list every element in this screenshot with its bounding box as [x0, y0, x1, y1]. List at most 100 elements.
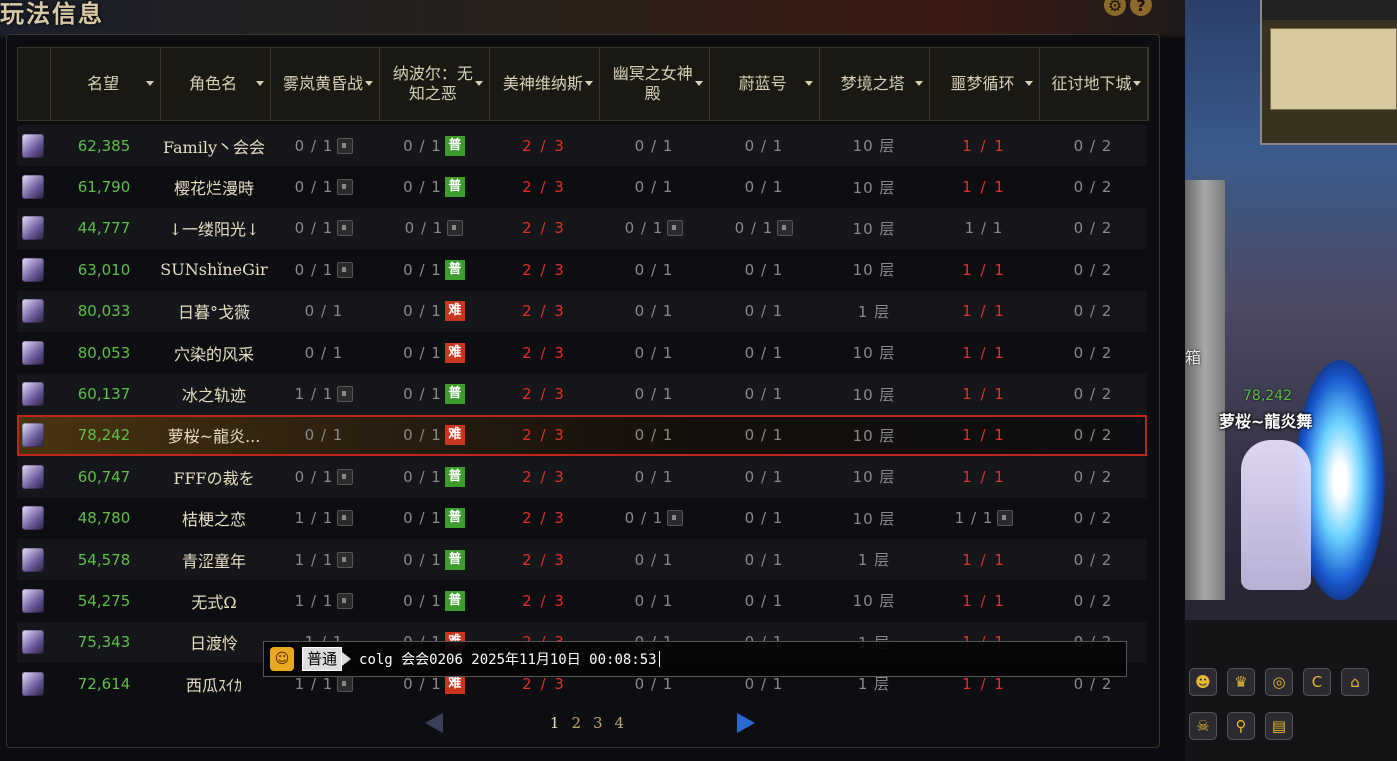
- next-page-icon[interactable]: [737, 713, 755, 733]
- nightmare-loop: 1 / 1: [962, 467, 1006, 486]
- avatar-cell: [17, 588, 49, 613]
- sort-arrow-icon[interactable]: [255, 81, 264, 86]
- nether-temple: 0 / 1: [634, 674, 674, 693]
- header-col-8[interactable]: 噩梦循环: [930, 48, 1040, 120]
- header-col-5[interactable]: 幽冥之女神殿: [600, 48, 711, 120]
- header-col-0[interactable]: 名望: [51, 48, 161, 120]
- house-icon[interactable]: ⌂: [1341, 668, 1369, 696]
- napol: 0 / 1: [403, 178, 442, 197]
- minimap-map: [1270, 28, 1397, 110]
- chat-channel[interactable]: 普通: [302, 647, 343, 671]
- crusade-dungeon-cell: 0 / 2: [1039, 509, 1147, 527]
- venus-cell: 2 / 3: [489, 178, 599, 196]
- channel-arrow-icon[interactable]: [342, 652, 352, 666]
- coin-icon[interactable]: ◎: [1265, 668, 1293, 696]
- book-icon[interactable]: ▤: [1265, 712, 1293, 740]
- table-row[interactable]: 80,033 日暮°戈薇 0 / 10 / 1难2 / 30 / 10 / 11 层…: [17, 290, 1147, 332]
- napol: 0 / 1: [403, 591, 442, 610]
- header-col-4[interactable]: 美神维纳斯: [490, 48, 601, 120]
- avatar-cell: [17, 382, 49, 407]
- chat-emote-icon[interactable]: ☺: [270, 647, 294, 671]
- fame-cell: 78,242: [49, 426, 159, 444]
- fame: 80,033: [77, 302, 131, 321]
- fame-cell: 80,053: [49, 344, 159, 362]
- character-name: SUNshǐneGir: [160, 260, 268, 280]
- page-1[interactable]: 1: [550, 714, 560, 732]
- player-character[interactable]: [1241, 440, 1311, 590]
- table-row[interactable]: 61,790 樱花烂漫時 0 / 10 / 1普2 / 30 / 10 / 1 10 …: [17, 166, 1147, 207]
- nightmare-loop: 1 / 1: [962, 550, 1006, 569]
- venus-cell: 2 / 3: [489, 509, 599, 527]
- minimap[interactable]: [1260, 0, 1397, 145]
- header-col-6[interactable]: 蔚蓝号: [710, 48, 821, 120]
- mist-dusk: 0 / 1: [304, 343, 344, 362]
- table-row[interactable]: 54,578 青涩童年 1 / 10 / 1普2 / 30 / 10 / 11 层1…: [17, 538, 1147, 581]
- table-row[interactable]: 48,780 桔梗之恋 1 / 10 / 1普2 / 30 / 10 / 1 10 层…: [17, 498, 1147, 539]
- venus: 2 / 3: [522, 385, 566, 404]
- lock-icon: [667, 510, 684, 527]
- azure-ship: 0 / 1: [744, 591, 784, 610]
- sort-arrow-icon[interactable]: [915, 81, 924, 86]
- venus-cell: 2 / 3: [489, 137, 599, 155]
- crusade-dungeon: 0 / 2: [1073, 302, 1113, 321]
- sort-arrow-icon[interactable]: [585, 81, 594, 86]
- table-row[interactable]: 60,747 FFFの裁を 0 / 10 / 1普2 / 30 / 10 / 1 10…: [17, 456, 1147, 498]
- crusade-dungeon: 0 / 2: [1073, 550, 1113, 569]
- help-icon[interactable]: ?: [1130, 0, 1152, 16]
- character-name-cell: ↓一缕阳光↓: [159, 216, 269, 240]
- table-row[interactable]: 60,137 冰之轨迹 1 / 10 / 1普2 / 30 / 10 / 1 10 层…: [17, 373, 1147, 415]
- nightmare-loop: 1 / 1: [962, 385, 1006, 404]
- sort-arrow-icon[interactable]: [695, 81, 704, 86]
- location-icon[interactable]: ⚲: [1227, 712, 1255, 740]
- chat-text[interactable]: colg 会会0206 2025年11月10日 00:08:53: [359, 649, 657, 669]
- gear-icon[interactable]: ⚙: [1104, 0, 1126, 16]
- nightmare-loop-cell: 1 / 1: [929, 468, 1039, 486]
- fame: 72,614: [77, 674, 131, 693]
- header-col-9[interactable]: 征讨地下城: [1040, 48, 1148, 120]
- lock-icon: [997, 510, 1014, 527]
- fame: 61,790: [77, 178, 131, 197]
- page-3[interactable]: 3: [593, 714, 603, 732]
- venus-cell: 2 / 3: [489, 551, 599, 569]
- sort-arrow-icon[interactable]: [475, 81, 484, 86]
- prev-page-icon[interactable]: [425, 713, 443, 733]
- character-name-cell: 樱花烂漫時: [159, 175, 269, 199]
- crusade-dungeon-cell: 0 / 2: [1039, 468, 1147, 486]
- page-4[interactable]: 4: [615, 714, 625, 732]
- header-col-7[interactable]: 梦境之塔: [820, 48, 931, 120]
- mist-dusk: 1 / 1: [294, 674, 334, 693]
- avatar-icon[interactable]: ☻: [1189, 668, 1217, 696]
- difficulty-badge: 普: [444, 466, 465, 487]
- header-col-2[interactable]: 雾岚黄昏战: [271, 48, 381, 120]
- sort-arrow-icon[interactable]: [145, 81, 154, 86]
- table-row[interactable]: 63,010 SUNshǐneGir 0 / 10 / 1普2 / 30 / 10 …: [17, 249, 1147, 290]
- sort-arrow-icon[interactable]: [1132, 81, 1141, 86]
- crusade-dungeon: 0 / 2: [1073, 343, 1113, 362]
- table-row[interactable]: 78,242 萝桜~龍炎... 0 / 10 / 1难2 / 30 / 10 / 1…: [17, 414, 1147, 457]
- azure-ship: 0 / 1: [744, 302, 784, 321]
- crown-icon[interactable]: ♛: [1227, 668, 1255, 696]
- header-col-1[interactable]: 角色名: [161, 48, 271, 120]
- sort-arrow-icon[interactable]: [365, 81, 374, 86]
- page-2[interactable]: 2: [571, 714, 581, 732]
- chat-input-bar[interactable]: ☺ 普通 colg 会会0206 2025年11月10日 00:08:53: [263, 641, 1127, 677]
- mist-dusk-cell: 0 / 1: [269, 178, 379, 196]
- character-name: Family丶会会: [162, 137, 265, 157]
- game-scene: 箱 78,242 萝桜~龍炎舞 ☻ ♛ ◎ C ⌂ ☠ ⚲ ▤: [1185, 0, 1397, 761]
- character-avatar: [22, 216, 44, 241]
- mist-dusk-cell: 0 / 1: [269, 219, 379, 237]
- text-caret: [658, 651, 660, 667]
- character-name: 樱花烂漫時: [173, 179, 254, 199]
- table-row[interactable]: 62,385 Family丶会会 0 / 10 / 1普2 / 30 / 10 / …: [17, 125, 1147, 167]
- sort-arrow-icon[interactable]: [805, 81, 814, 86]
- table-row[interactable]: 80,053 穴染的风采 0 / 10 / 1难2 / 30 / 10 / 1 10 …: [17, 332, 1147, 373]
- fame-cell: 63,010: [49, 261, 159, 279]
- cera-icon[interactable]: C: [1303, 668, 1331, 696]
- napol-cell: 0 / 1普: [379, 384, 489, 405]
- skull-icon[interactable]: ☠: [1189, 712, 1217, 740]
- sort-arrow-icon[interactable]: [1024, 81, 1033, 86]
- header-col-3[interactable]: 纳波尔：无知之恶: [380, 48, 491, 120]
- table-row[interactable]: 54,275 无式Ω 1 / 10 / 1普2 / 30 / 10 / 1 10 层1…: [17, 580, 1147, 621]
- table-row[interactable]: 44,777 ↓一缕阳光↓ 0 / 1 0 / 1 2 / 3 0 / 1 0 / 1 10 …: [17, 207, 1147, 250]
- crusade-dungeon: 0 / 2: [1073, 219, 1113, 238]
